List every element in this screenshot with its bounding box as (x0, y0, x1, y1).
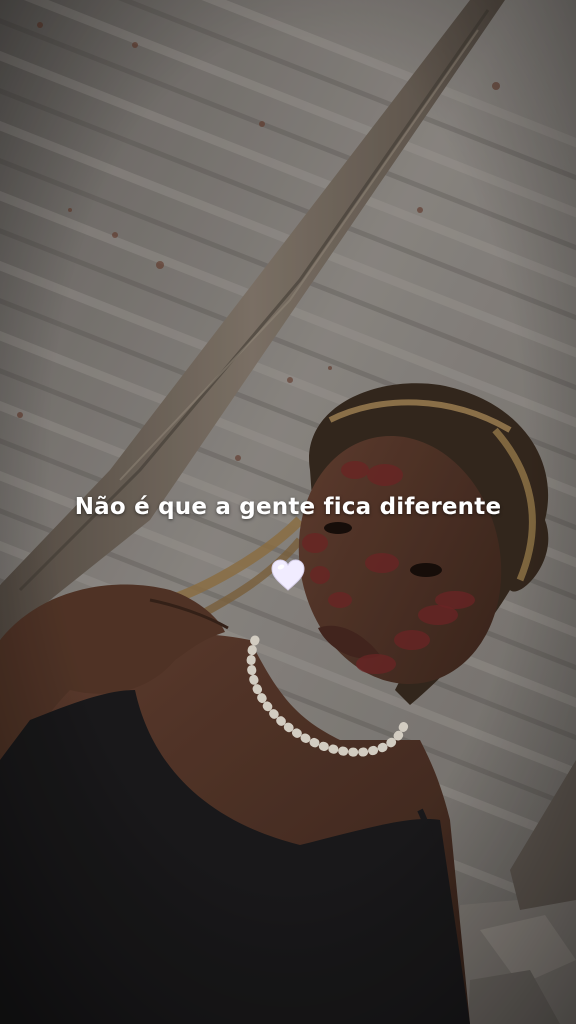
white-heart-icon (271, 559, 305, 591)
story-caption: Não é que a gente fica diferente (74, 494, 502, 520)
story-frame: Não é que a gente fica diferente (0, 0, 576, 1024)
